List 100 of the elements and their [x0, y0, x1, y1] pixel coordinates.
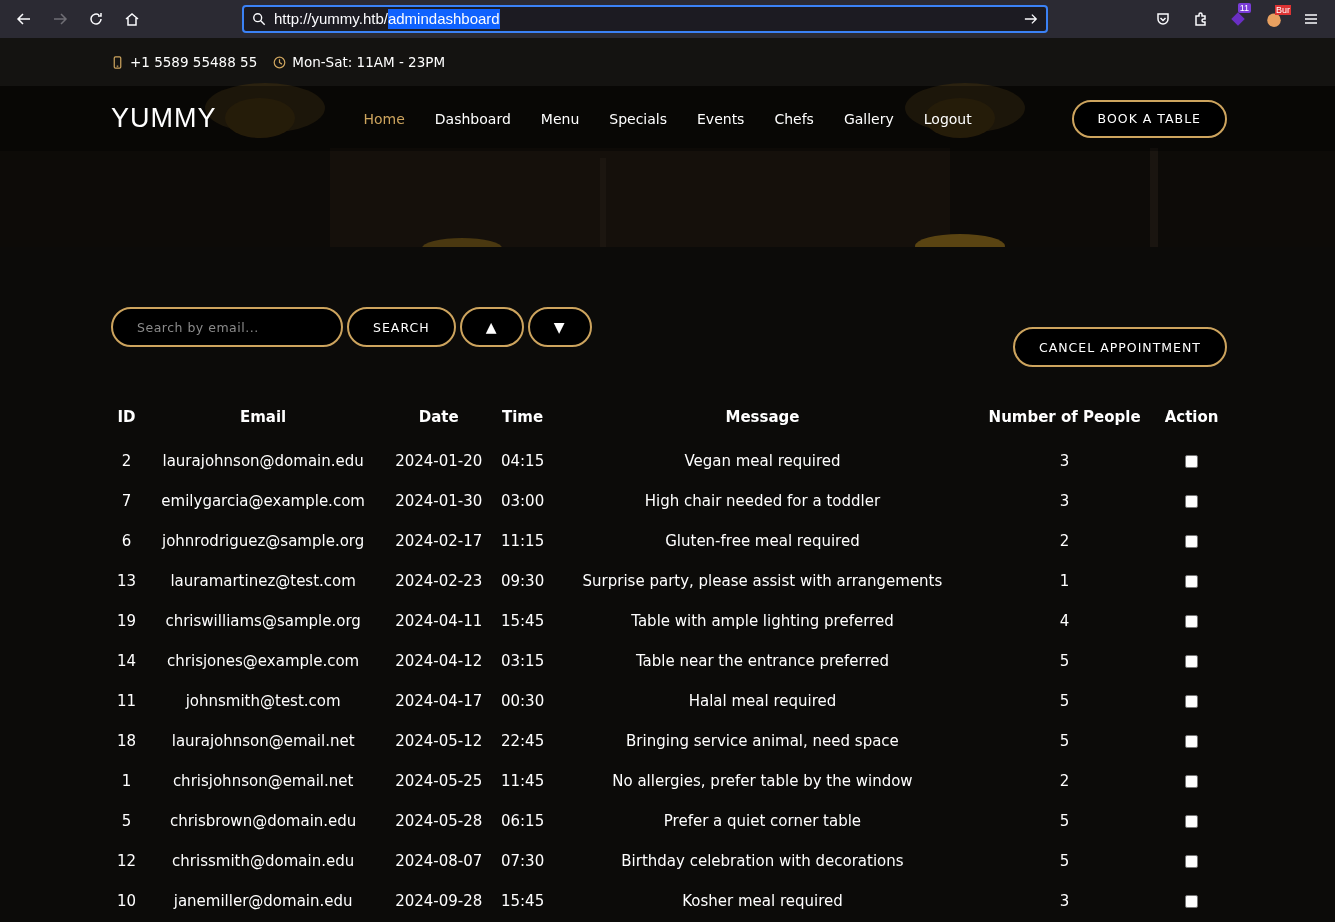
table-cell-text: 5 — [1058, 851, 1071, 872]
checkbox[interactable] — [1185, 815, 1199, 828]
table-cell-text: 03:00 — [499, 491, 546, 512]
logo[interactable]: YUMMY — [111, 103, 217, 134]
table-cell-text: 7 — [120, 491, 133, 512]
column-header: Date — [417, 407, 460, 428]
table-cell-text: janemiller@domain.edu — [172, 891, 354, 912]
table-cell-text: 03:15 — [499, 651, 546, 672]
table-cell-text: 3 — [1058, 451, 1071, 472]
table-cell-text: 10 — [115, 891, 138, 912]
sort-descending-button[interactable]: ▼ — [527, 307, 592, 347]
table-cell-text: chrisbrown@domain.edu — [168, 811, 358, 832]
table-cell-text: Vegan meal required — [683, 451, 842, 472]
table-cell-text: 04:15 — [499, 451, 546, 472]
table-cell-text: 14 — [115, 651, 138, 672]
table-cell-text: 1 — [120, 771, 133, 792]
checkbox[interactable] — [1185, 575, 1199, 588]
table-cell-text: 2024-05-28 — [394, 811, 484, 832]
table-cell-text: 2024-02-17 — [394, 531, 484, 552]
checkbox[interactable] — [1185, 535, 1199, 548]
table-cell-text: Birthday celebration with decorations — [620, 851, 905, 872]
sort-ascending-button[interactable]: ▲ — [459, 307, 524, 347]
nav-link[interactable]: Specials — [594, 110, 682, 127]
table-cell-text: 11 — [115, 691, 138, 712]
table-cell-text: 2024-08-07 — [394, 851, 484, 872]
search-field[interactable]: Search by email... — [111, 307, 343, 347]
phone-icon — [111, 55, 124, 69]
search-button[interactable]: SEARCH — [347, 307, 456, 347]
table-cell-text: High chair needed for a toddler — [643, 491, 882, 512]
table-cell-text: johnsmith@test.com — [184, 691, 342, 712]
table-cell-text: Table with ample lighting preferred — [630, 611, 895, 632]
table-cell-text: 5 — [120, 811, 133, 832]
table-cell-text: 2024-02-23 — [394, 571, 484, 592]
checkbox[interactable] — [1185, 895, 1199, 908]
table-cell-text: 18 — [115, 731, 138, 752]
table-cell-text: 2 — [1058, 531, 1071, 552]
nav-link[interactable]: Events — [682, 110, 760, 127]
table-cell-text: 2024-04-17 — [394, 691, 484, 712]
column-header: Time — [501, 407, 545, 428]
column-header: ID — [116, 407, 137, 428]
table-cell-text: 2024-04-12 — [394, 651, 484, 672]
clock-icon — [273, 55, 287, 69]
table-cell-text: 5 — [1058, 691, 1071, 712]
table-cell-text: chriswilliams@sample.org — [164, 611, 362, 632]
checkbox[interactable] — [1185, 655, 1199, 668]
checkbox[interactable] — [1185, 735, 1199, 748]
table-cell-text: lauramartinez@test.com — [169, 571, 357, 592]
table-cell-text: 11:45 — [499, 771, 546, 792]
checkbox[interactable] — [1185, 855, 1199, 868]
table-cell-text: Gluten-free meal required — [664, 531, 861, 552]
table-cell-text: 2024-09-28 — [394, 891, 484, 912]
table-cell-text: 15:45 — [499, 891, 546, 912]
nav-link[interactable]: Menu — [525, 110, 595, 127]
table-cell-text: laurajohnson@email.net — [170, 731, 356, 752]
table-cell-text: 09:30 — [499, 571, 546, 592]
table-cell-text: 5 — [1058, 651, 1071, 672]
table-cell-text: 06:15 — [499, 811, 546, 832]
table-cell-text: No allergies, prefer table by the window — [611, 771, 914, 792]
phone-number: +1 5589 55488 55 — [130, 54, 258, 70]
checkbox[interactable] — [1185, 695, 1199, 708]
table-cell-text: Kosher meal required — [681, 891, 844, 912]
table-cell-text: 2024-01-30 — [394, 491, 484, 512]
table-cell-text: 11:15 — [499, 531, 546, 552]
nav-link[interactable]: Home — [359, 110, 420, 127]
nav-link[interactable]: Gallery — [828, 110, 909, 127]
go-arrow-icon[interactable] — [1024, 12, 1038, 26]
checkbox[interactable] — [1185, 495, 1199, 508]
column-header: Message — [724, 407, 801, 428]
table-cell-text: Prefer a quiet corner table — [662, 811, 863, 832]
table-cell-text: emilygarcia@example.com — [160, 491, 366, 512]
table-cell-text: chrisjones@example.com — [166, 651, 361, 672]
table-cell-text: 2024-05-12 — [394, 731, 484, 752]
table-cell-text: 4 — [1058, 611, 1071, 632]
table-cell-text: 2 — [120, 451, 133, 472]
cancel-appointment-button[interactable]: CANCEL APPOINTMENT — [1013, 327, 1227, 367]
search-icon — [252, 12, 266, 26]
column-header: Action — [1163, 407, 1220, 428]
table-cell-text: 22:45 — [499, 731, 546, 752]
nav-link[interactable]: Dashboard — [419, 110, 526, 127]
table-cell-text: chrisjohnson@email.net — [171, 771, 355, 792]
table-cell-text: 07:30 — [499, 851, 546, 872]
table-cell-text: 3 — [1058, 891, 1071, 912]
table-cell-text: chrissmith@domain.edu — [171, 851, 356, 872]
checkbox[interactable] — [1185, 455, 1199, 468]
table-cell-text: johnrodriguez@sample.org — [160, 531, 366, 552]
table-cell-text: Halal meal required — [687, 691, 838, 712]
column-header: Email — [239, 407, 288, 428]
table-cell-text: 2 — [1058, 771, 1071, 792]
checkbox[interactable] — [1185, 615, 1199, 628]
book-table-button[interactable]: BOOK A TABLE — [1071, 99, 1227, 138]
nav-link[interactable]: Chefs — [759, 110, 829, 127]
checkbox[interactable] — [1185, 775, 1199, 788]
table-cell-text: Bringing service animal, need space — [625, 731, 900, 752]
table-cell-text: 19 — [115, 611, 138, 632]
table-cell-text: 1 — [1058, 571, 1071, 592]
opening-hours: Mon-Sat: 11AM - 23PM — [292, 54, 446, 70]
column-header: Number of People — [987, 407, 1142, 428]
table-cell-text: laurajohnson@domain.edu — [161, 451, 365, 472]
table-cell-text: Surprise party, please assist with arrangements — [581, 571, 944, 592]
table-cell-text: 2024-05-25 — [394, 771, 484, 792]
